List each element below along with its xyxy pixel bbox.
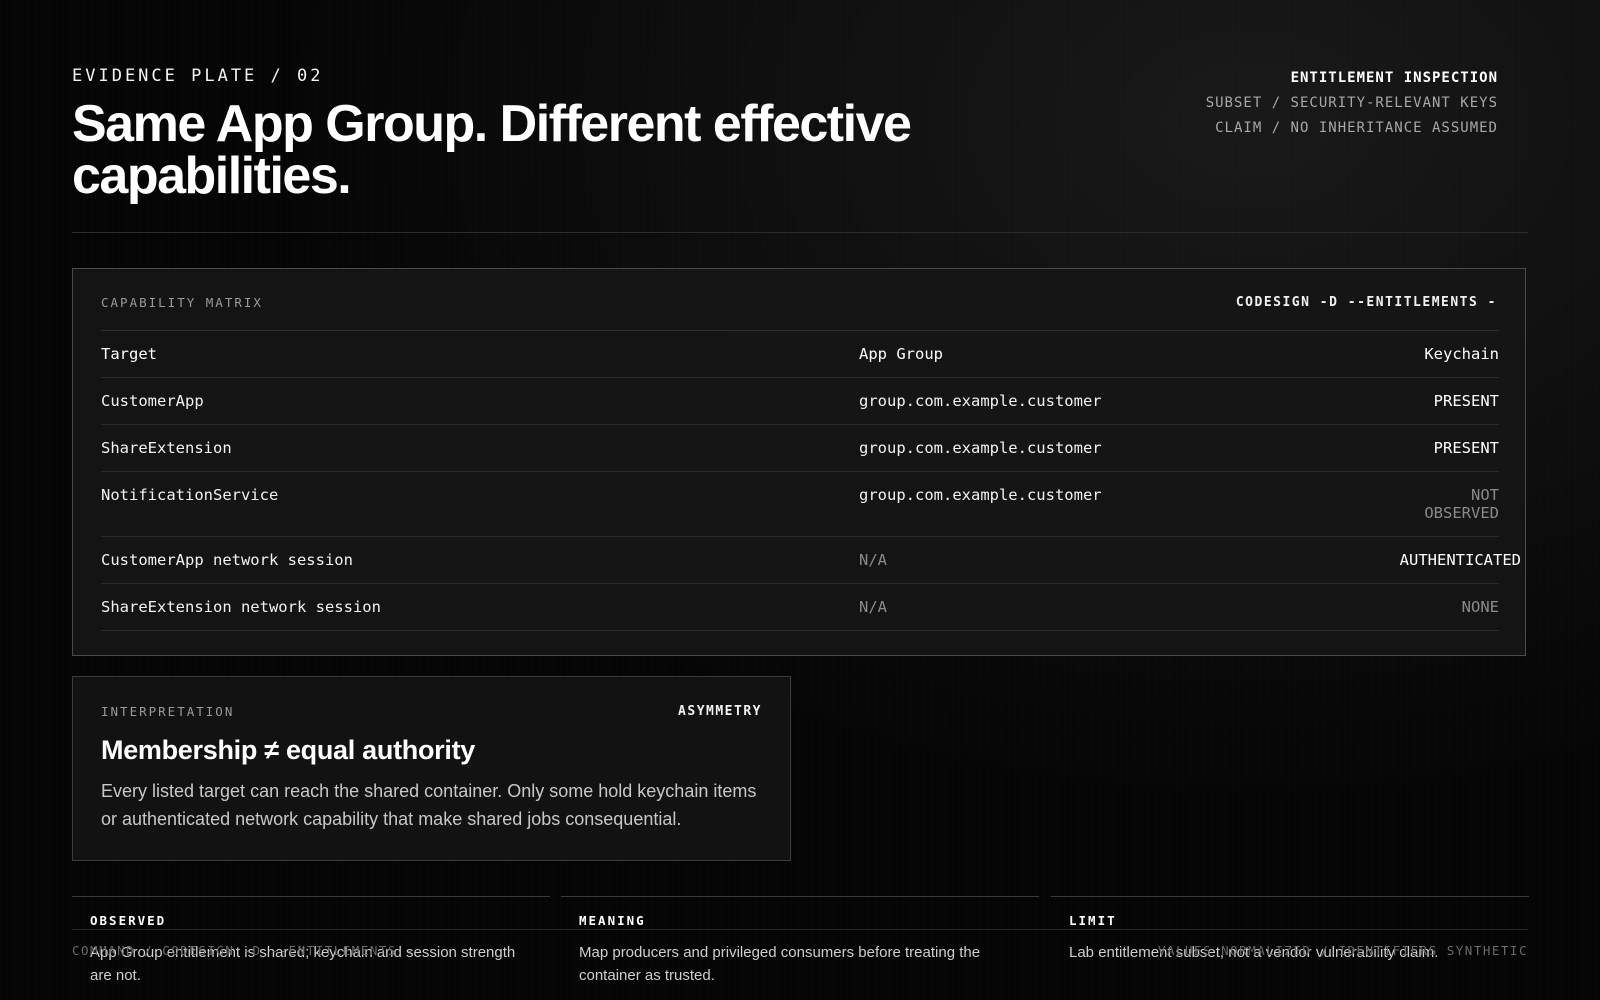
meta-line-3: CLAIM / NO INHERITANCE ASSUMED bbox=[1215, 120, 1498, 136]
table-header-row: Target App Group Keychain bbox=[101, 331, 1499, 378]
row-keychain-status: NOT OBSERVED bbox=[1424, 486, 1499, 522]
header-divider bbox=[72, 232, 1528, 233]
matrix-label: CAPABILITY MATRIX bbox=[101, 295, 263, 310]
table-row: CustomerApp group.com.example.customer P… bbox=[101, 378, 1499, 425]
row-app-group: group.com.example.customer bbox=[859, 392, 1102, 410]
meaning-body: Map producers and privileged consumers b… bbox=[579, 944, 981, 984]
observed-label: OBSERVED bbox=[90, 913, 167, 928]
table-row: ShareExtension network session N/A NONE bbox=[101, 584, 1499, 631]
matrix-command: CODESIGN -D --ENTITLEMENTS - bbox=[1235, 295, 1497, 310]
capability-matrix-panel: CAPABILITY MATRIX CODESIGN -D --ENTITLEM… bbox=[72, 268, 1526, 656]
page-title: Same App Group. Different effective capa… bbox=[72, 95, 912, 205]
interpretation-card: INTERPRETATION ASYMMETRY Membership ≠ eq… bbox=[72, 676, 791, 861]
eyebrow-label: EVIDENCE PLATE / 02 bbox=[72, 66, 324, 86]
row-app-group: group.com.example.customer bbox=[859, 439, 1102, 457]
row-keychain-status: NONE bbox=[1461, 598, 1499, 616]
column-header-app-group: App Group bbox=[859, 345, 943, 363]
row-app-group: N/A bbox=[859, 598, 887, 616]
table-row: NotificationService group.com.example.cu… bbox=[101, 472, 1499, 537]
row-target: ShareExtension bbox=[101, 439, 232, 457]
column-header-keychain: Keychain bbox=[1424, 345, 1499, 363]
row-app-group: group.com.example.customer bbox=[859, 486, 1102, 504]
footer-note: VALUES NORMALIZED / IDENTIFIERS SYNTHETI… bbox=[1157, 943, 1528, 958]
row-target: NotificationService bbox=[101, 486, 279, 504]
meta-line-2: SUBSET / SECURITY-RELEVANT KEYS bbox=[1205, 95, 1498, 111]
table-row: CustomerApp network session N/A AUTHENTI… bbox=[101, 537, 1521, 584]
row-keychain-status: PRESENT bbox=[1433, 392, 1499, 410]
footer-command: COMMAND / CODESIGN -D --ENTITLEMENTS - bbox=[72, 943, 415, 958]
column-header-target: Target bbox=[101, 345, 157, 363]
row-keychain-status: PRESENT bbox=[1433, 439, 1499, 457]
row-target: CustomerApp network session bbox=[101, 551, 353, 569]
asymmetry-tag: ASYMMETRY bbox=[678, 704, 762, 719]
meta-line-1: ENTITLEMENT INSPECTION bbox=[1290, 70, 1498, 86]
footer-divider bbox=[72, 929, 1528, 930]
interpretation-label: INTERPRETATION bbox=[101, 704, 235, 719]
inspection-meta: ENTITLEMENT INSPECTION SUBSET / SECURITY… bbox=[1206, 66, 1498, 141]
row-target: CustomerApp bbox=[101, 392, 204, 410]
table-row: ShareExtension group.com.example.custome… bbox=[101, 425, 1499, 472]
interpretation-body: Every listed target can reach the shared… bbox=[101, 781, 757, 829]
meaning-column: MEANING Map producers and privileged con… bbox=[561, 896, 1039, 1000]
row-target: ShareExtension network session bbox=[101, 598, 381, 616]
row-app-group: N/A bbox=[859, 551, 887, 569]
interpretation-title: Membership ≠ equal authority bbox=[101, 735, 475, 765]
row-keychain-status: AUTHENTICATED bbox=[1399, 551, 1521, 569]
meaning-label: MEANING bbox=[579, 913, 646, 928]
capability-table: Target App Group Keychain CustomerApp gr… bbox=[101, 330, 1521, 631]
limit-label: LIMIT bbox=[1069, 913, 1117, 928]
